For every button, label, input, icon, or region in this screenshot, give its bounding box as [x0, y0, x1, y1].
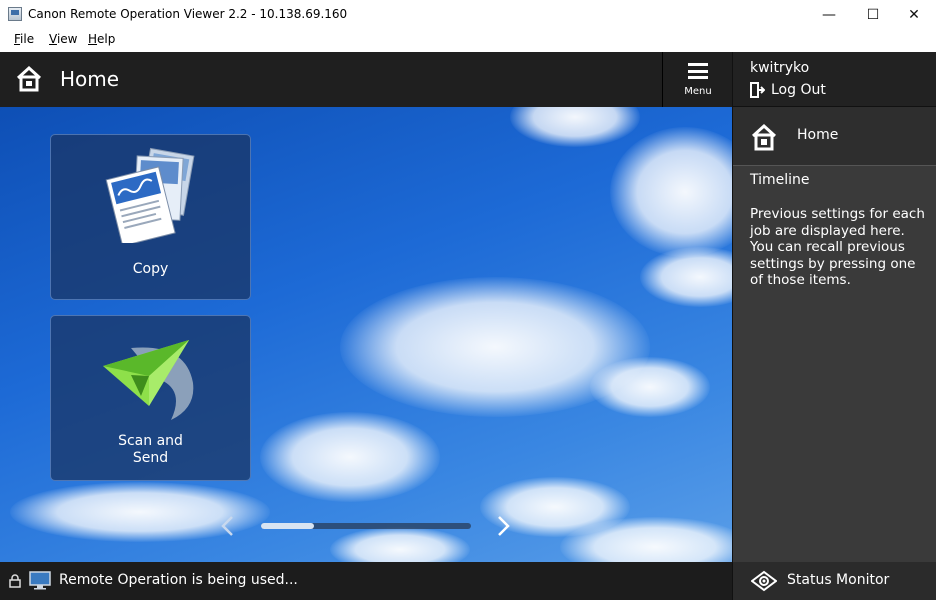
status-monitor-button[interactable]: Status Monitor	[732, 562, 936, 600]
home-nav-label: Home	[797, 127, 838, 143]
page-scroll-thumb[interactable]	[261, 523, 314, 529]
status-bar: Remote Operation is being used...	[0, 562, 732, 600]
scan-and-send-label-line2: Send	[51, 450, 250, 467]
right-panel: kwitryko Log Out Home Timeline Previous …	[732, 52, 936, 562]
menu-file-rest: ile	[20, 32, 34, 46]
close-button[interactable]: ✕	[891, 0, 936, 30]
eye-icon	[751, 570, 777, 592]
timeline-title: Timeline	[750, 172, 810, 188]
maximize-button[interactable]: ☐	[850, 0, 896, 30]
menu-file[interactable]: File	[14, 32, 34, 46]
timeline-description: Previous settings for each job are displ…	[750, 206, 930, 289]
home-icon[interactable]	[15, 65, 43, 93]
monitor-icon	[29, 571, 51, 590]
lock-icon	[9, 573, 21, 587]
window-title: Canon Remote Operation Viewer 2.2 - 10.1…	[28, 7, 347, 21]
copy-tile[interactable]: Copy	[50, 134, 251, 300]
menu-view[interactable]: View	[49, 32, 77, 46]
minimize-button[interactable]: —	[806, 0, 852, 30]
status-text: Remote Operation is being used...	[59, 572, 298, 588]
scan-and-send-tile[interactable]: Scan and Send	[50, 315, 251, 481]
status-monitor-label: Status Monitor	[787, 572, 889, 588]
menu-view-rest: iew	[57, 32, 78, 46]
menu-help[interactable]: Help	[88, 32, 115, 46]
logout-button[interactable]: Log Out	[750, 80, 826, 100]
previous-page-arrow[interactable]	[218, 515, 238, 537]
scan-and-send-label-line1: Scan and	[51, 433, 250, 450]
logout-label: Log Out	[771, 82, 826, 98]
home-nav-item[interactable]: Home	[733, 107, 936, 166]
copy-icon	[101, 143, 201, 243]
user-box: kwitryko Log Out	[733, 52, 936, 107]
menu-button-label: Menu	[663, 86, 733, 97]
menu-view-accel: V	[49, 32, 57, 46]
menu-help-accel: H	[88, 32, 97, 46]
page-scrollbar[interactable]	[261, 523, 471, 529]
menu-help-rest: elp	[97, 32, 115, 46]
home-icon	[751, 123, 777, 151]
menu-button[interactable]: Menu	[662, 52, 732, 107]
copy-label: Copy	[51, 261, 250, 278]
menu-bar: File View Help	[0, 30, 936, 52]
window-title-bar: Canon Remote Operation Viewer 2.2 - 10.1…	[0, 0, 936, 30]
hamburger-icon	[688, 63, 708, 79]
home-screen: Copy Scan and Send	[0, 107, 732, 562]
app-icon	[8, 7, 22, 21]
username: kwitryko	[750, 60, 809, 76]
paper-plane-icon	[101, 328, 201, 428]
page-title: Home	[60, 67, 119, 91]
next-page-arrow[interactable]	[493, 515, 513, 537]
app-header: Home Menu	[0, 52, 732, 107]
logout-icon	[750, 82, 765, 98]
